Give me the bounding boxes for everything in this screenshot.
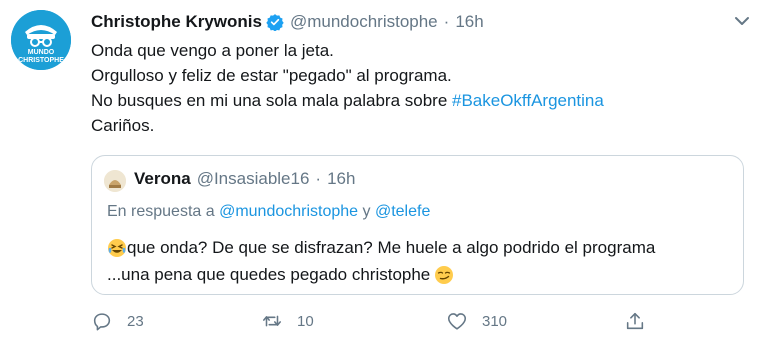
tweet[interactable]: MUNDO CHRISTOPHE Christophe Krywonis @mu… [0,0,768,341]
quoted-author-name[interactable]: Verona [134,169,191,189]
quoted-tweet[interactable]: Verona @Insasiable16 · 16h En respuesta … [91,155,744,295]
quoted-text-line-2: ...una pena que quedes pegado christophe [107,261,655,288]
verified-badge-icon [266,13,284,32]
tweet-actions: 23 10 310 [91,310,661,334]
tweet-text: Onda que vengo a poner la jeta. Orgullos… [91,38,604,138]
heart-icon [447,313,467,330]
reply-count: 23 [127,312,144,330]
like-count: 310 [482,312,508,330]
retweet-count: 10 [297,312,314,330]
avatar-text-2: CHRISTOPHE [18,57,64,64]
reply-prefix: En respuesta a [107,203,220,220]
share-button[interactable] [624,310,646,332]
retweet-icon [262,315,282,327]
quoted-avatar[interactable] [104,170,126,192]
reply-context: En respuesta a @mundochristophe y @telef… [107,203,430,221]
tweet-text-line-1: Onda que vengo a poner la jeta. [91,41,334,60]
chevron-down-icon[interactable] [734,14,750,26]
avatar-text-1: MUNDO [28,49,55,56]
tweet-time[interactable]: 16h [455,12,483,32]
share-icon [626,312,644,330]
author-name[interactable]: Christophe Krywonis [91,12,262,32]
reply-user-link-1[interactable]: @mundochristophe [219,203,358,220]
author-handle[interactable]: @mundochristophe [290,12,438,32]
laughing-tears-emoji-icon [107,238,127,258]
hashtag-link[interactable]: #BakeOkffArgentina [452,91,604,110]
quoted-text: que onda? De que se disfrazan? Me huele … [107,234,655,288]
tweet-text-line-3: No busques en mi una sola mala palabra s… [91,88,604,113]
quoted-text-line-1-text: que onda? De que se disfrazan? Me huele … [127,238,656,257]
author-avatar[interactable]: MUNDO CHRISTOPHE [11,10,71,70]
reply-and: y [358,203,375,220]
mundo-christophe-logo-icon: MUNDO CHRISTOPHE [11,10,71,70]
quoted-header: Verona @Insasiable16 · 16h [134,169,355,189]
tweet-text-line-4: Cariños. [91,116,155,135]
quoted-text-line-1: que onda? De que se disfrazan? Me huele … [107,234,655,261]
quoted-separator-dot: · [315,169,322,188]
tweet-text-line-2: Orgulloso y feliz de estar "pegado" al p… [91,66,452,85]
quoted-time[interactable]: 16h [327,169,355,189]
tweet-text-line-3-text: No busques en mi una sola mala palabra s… [91,91,452,110]
reply-icon [93,313,111,331]
retweet-button[interactable]: 10 [261,310,314,332]
quoted-text-line-2-text: ...una pena que quedes pegado christophe [107,265,431,284]
reply-user-link-2[interactable]: @telefe [375,203,430,220]
reply-button[interactable]: 23 [91,310,144,332]
separator-dot: · [443,12,450,31]
quoted-author-handle[interactable]: @Insasiable16 [197,169,310,189]
like-button[interactable]: 310 [446,310,507,332]
smirk-emoji-icon [434,265,454,285]
tweet-header: Christophe Krywonis @mundochristophe · 1… [91,11,484,33]
quoted-avatar-image-icon [104,170,126,192]
